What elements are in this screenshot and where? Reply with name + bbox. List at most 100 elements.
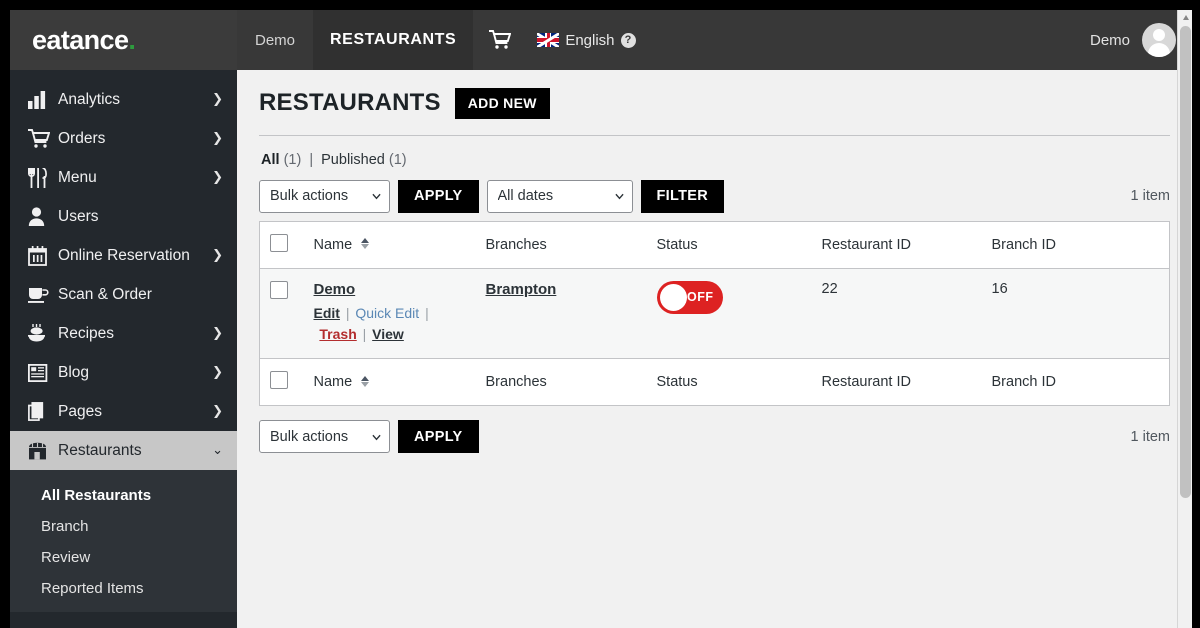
chevron-right-icon: ❯: [212, 170, 223, 185]
user-name-label: Demo: [1089, 31, 1130, 49]
row-title-link[interactable]: Demo: [314, 281, 356, 298]
main-content: RESTAURANTS ADD NEW All (1) | Published …: [237, 70, 1192, 628]
sidebar-item-pages[interactable]: Pages ❯: [10, 392, 237, 431]
row-action-edit[interactable]: Edit: [314, 305, 340, 321]
sidebar-item-blog[interactable]: Blog ❯: [10, 353, 237, 392]
storefront-icon: [28, 442, 58, 460]
chevron-right-icon: ❯: [212, 131, 223, 146]
item-count-bottom: 1 item: [1130, 428, 1171, 445]
column-header-branch-id: Branch ID: [981, 221, 1170, 269]
restaurants-table: Name Branches Status Restaurant ID Branc…: [259, 220, 1170, 407]
tablenav-bottom: Bulk actions APPLY 1 item: [259, 406, 1171, 454]
select-all-footer: [259, 358, 304, 406]
table-footer-row: Name Branches Status Restaurant ID Branc…: [259, 358, 1170, 406]
sidebar-item-label: Orders: [58, 129, 106, 147]
row-name-cell: Demo Edit | Quick Edit | Trash | View: [304, 268, 476, 358]
admin-window: eatance. Demo RESTAURANTS English ? Demo…: [10, 10, 1192, 628]
view-link-published[interactable]: Published: [321, 152, 385, 168]
sidebar-item-analytics[interactable]: Analytics ❯: [10, 80, 237, 119]
apply-button-bottom[interactable]: APPLY: [398, 420, 479, 454]
row-action-quick-edit[interactable]: Quick Edit: [355, 305, 419, 321]
topnav-site-name[interactable]: Demo: [237, 10, 313, 70]
branch-link[interactable]: Brampton: [486, 281, 557, 298]
cart-button[interactable]: [473, 10, 527, 70]
sort-arrows-icon[interactable]: [361, 238, 370, 250]
bar-chart-icon: [28, 90, 58, 109]
row-actions: Edit | Quick Edit | Trash | View: [313, 304, 429, 343]
row-status-cell: OFF: [647, 268, 812, 358]
view-separator: |: [309, 151, 314, 168]
scrollbar-thumb[interactable]: [1180, 26, 1191, 498]
calendar-icon: [28, 245, 58, 266]
language-selector[interactable]: English ?: [527, 10, 645, 70]
sidebar-item-orders[interactable]: Orders ❯: [10, 119, 237, 158]
brand-logo[interactable]: eatance.: [10, 10, 237, 70]
sidebar-item-label: Menu: [58, 168, 97, 186]
column-header-name[interactable]: Name: [303, 221, 476, 269]
column-footer-branches: Branches: [475, 358, 647, 406]
scroll-up-button[interactable]: [1178, 10, 1192, 25]
row-action-view[interactable]: View: [372, 326, 404, 342]
view-count-all: (1): [283, 151, 302, 168]
chevron-right-icon: ❯: [212, 404, 223, 419]
chevron-right-icon: ❯: [212, 248, 223, 263]
row-checkbox[interactable]: [270, 280, 288, 299]
column-footer-status: Status: [646, 358, 812, 406]
user-avatar-icon[interactable]: [1142, 23, 1176, 57]
column-header-status: Status: [646, 221, 812, 269]
coffee-cup-icon: [28, 286, 58, 303]
sidebar-subitem-branch[interactable]: Branch: [10, 511, 237, 542]
topnav-restaurants[interactable]: RESTAURANTS: [313, 10, 474, 70]
sidebar-item-restaurants[interactable]: Restaurants ⌄: [10, 431, 237, 470]
page-title: RESTAURANTS: [259, 89, 441, 117]
row-branches-cell: Brampton: [476, 268, 647, 358]
toggle-knob: [659, 283, 687, 311]
status-toggle[interactable]: OFF: [656, 280, 723, 314]
sidebar-subitem-all-restaurants[interactable]: All Restaurants: [10, 480, 237, 511]
bulk-actions-select-top[interactable]: Bulk actions: [259, 179, 390, 213]
table-body: Demo Edit | Quick Edit | Trash | View Br…: [259, 268, 1170, 359]
shopping-cart-icon: [489, 30, 512, 49]
sidebar-submenu-restaurants: All Restaurants Branch Review Reported I…: [10, 470, 237, 612]
sidebar-subitem-review[interactable]: Review: [10, 542, 237, 573]
item-count-top: 1 item: [1130, 188, 1171, 205]
row-restaurant-id: 22: [821, 280, 838, 297]
sidebar-nav: Analytics ❯ Orders ❯ Menu ❯ Users Online…: [10, 70, 237, 628]
chevron-right-icon: ❯: [212, 326, 223, 341]
column-footer-name[interactable]: Name: [303, 358, 476, 406]
sidebar-item-label: Scan & Order: [58, 285, 152, 303]
bulk-actions-select-bottom[interactable]: Bulk actions: [259, 420, 390, 454]
table-head: Name Branches Status Restaurant ID Branc…: [259, 221, 1170, 269]
select-all-checkbox-bottom[interactable]: [270, 371, 288, 390]
page-scrollbar[interactable]: [1177, 10, 1192, 628]
topnav-remainder: English ?: [473, 10, 1090, 70]
dates-filter-select[interactable]: All dates: [486, 179, 633, 213]
sidebar-item-recipes[interactable]: Recipes ❯: [10, 314, 237, 353]
bulk-actions-wrap-bottom: Bulk actions: [259, 420, 390, 454]
add-new-button[interactable]: ADD NEW: [454, 88, 550, 119]
apply-button-top[interactable]: APPLY: [398, 179, 479, 213]
table-row: Demo Edit | Quick Edit | Trash | View Br…: [259, 268, 1170, 359]
table-header-row: Name Branches Status Restaurant ID Branc…: [259, 221, 1170, 269]
sidebar-item-users[interactable]: Users: [10, 197, 237, 236]
row-branch-id: 16: [991, 280, 1008, 297]
filter-button[interactable]: FILTER: [640, 179, 724, 213]
language-label: English: [565, 31, 615, 49]
sidebar-item-label: Blog: [58, 363, 90, 381]
toggle-state-label: OFF: [687, 290, 714, 305]
table-foot: Name Branches Status Restaurant ID Branc…: [259, 358, 1170, 406]
sidebar-item-scan-and-order[interactable]: Scan & Order: [10, 275, 237, 314]
select-all-checkbox-top[interactable]: [270, 233, 288, 252]
sidebar-item-menu[interactable]: Menu ❯: [10, 158, 237, 197]
sidebar-subitem-reported-items[interactable]: Reported Items: [10, 573, 237, 604]
sort-arrows-icon[interactable]: [361, 375, 370, 387]
select-all-header: [259, 221, 304, 269]
sidebar-item-online-reservation[interactable]: Online Reservation ❯: [10, 236, 237, 275]
page-header: RESTAURANTS ADD NEW: [259, 88, 1170, 129]
sidebar-item-label: Recipes: [58, 324, 114, 342]
uk-flag-icon: [537, 33, 560, 47]
row-action-trash[interactable]: Trash: [319, 326, 356, 342]
caret-up-icon: [1182, 15, 1189, 20]
help-question-icon[interactable]: ?: [620, 32, 636, 48]
view-link-all[interactable]: All: [261, 152, 280, 168]
